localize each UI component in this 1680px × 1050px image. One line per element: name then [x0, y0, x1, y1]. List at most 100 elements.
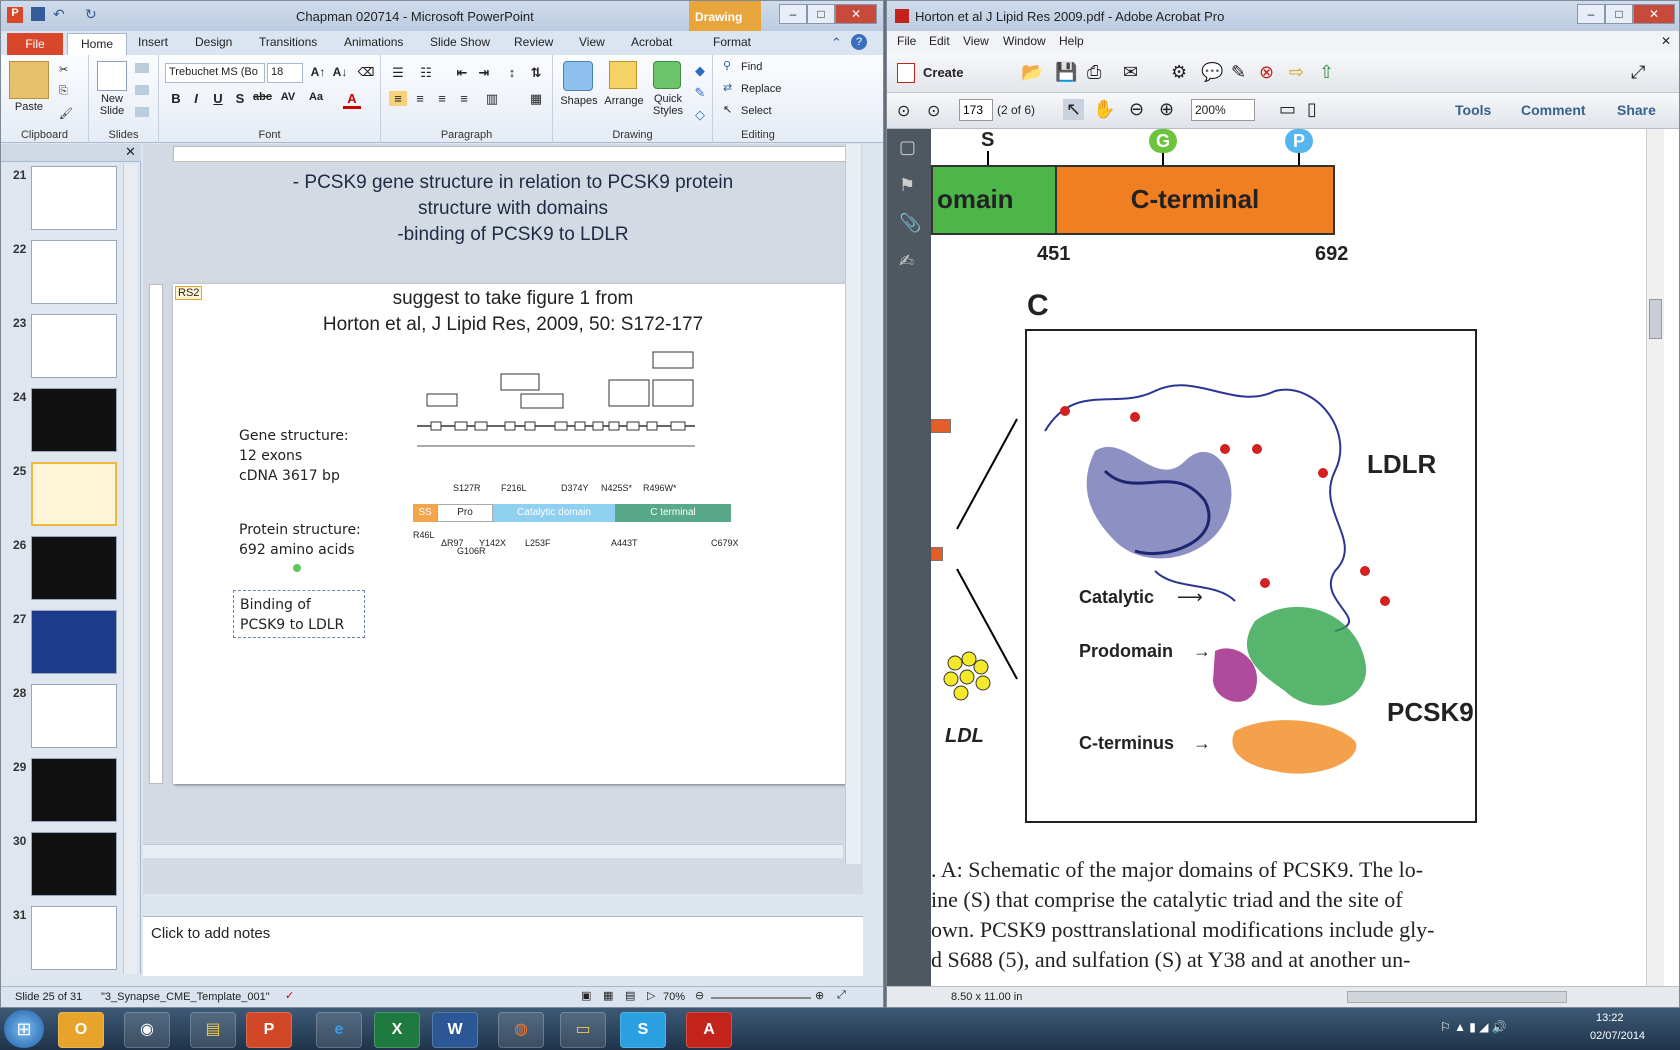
slide-vertical-scrollbar[interactable]: [845, 144, 861, 864]
horizontal-ruler[interactable]: [173, 146, 853, 162]
slide-thumbnail[interactable]: [31, 906, 117, 970]
email-icon[interactable]: ✉: [1123, 62, 1138, 83]
slide-thumbnail[interactable]: [31, 166, 117, 230]
zoom-slider[interactable]: [711, 997, 811, 999]
signatures-icon[interactable]: ✍: [899, 251, 914, 272]
tab-home[interactable]: Home: [67, 33, 127, 55]
open-folder-icon[interactable]: 📂: [1021, 62, 1043, 83]
find-icon[interactable]: ⚲: [723, 59, 731, 72]
attachments-icon[interactable]: 📎: [899, 213, 921, 234]
excel-taskbar-icon[interactable]: X: [374, 1012, 420, 1048]
slide-thumbnail[interactable]: [31, 388, 117, 452]
clear-format-icon[interactable]: ⌫: [357, 65, 375, 79]
menu-edit[interactable]: Edit: [929, 34, 950, 48]
comment-bubble-icon[interactable]: 💬: [1201, 62, 1223, 83]
save-icon[interactable]: 💾: [1055, 62, 1077, 83]
align-left-icon[interactable]: ≡: [389, 91, 407, 106]
prev-page-icon[interactable]: ⊙: [897, 101, 910, 121]
collapse-ribbon-icon[interactable]: ⌃: [831, 35, 842, 51]
numbering-icon[interactable]: ☷: [417, 65, 435, 81]
change-case-icon[interactable]: Aa: [307, 91, 325, 103]
print-icon[interactable]: ⎙: [1087, 62, 1101, 83]
zoom-level[interactable]: 70%: [663, 991, 685, 1003]
quick-styles-icon[interactable]: [653, 61, 681, 89]
undo-icon[interactable]: ↶: [53, 6, 65, 23]
tab-design[interactable]: Design: [195, 35, 232, 49]
fit-width-icon[interactable]: ▯: [1307, 99, 1317, 120]
decrease-indent-icon[interactable]: ⇤: [453, 65, 471, 81]
pdf-horizontal-scrollbar[interactable]: [1347, 991, 1567, 1003]
skype-taskbar-icon[interactable]: S: [620, 1012, 666, 1048]
word-taskbar-icon[interactable]: W: [432, 1012, 478, 1048]
tab-slide-show[interactable]: Slide Show: [430, 35, 490, 49]
start-button[interactable]: ⊞: [4, 1010, 44, 1048]
fit-page-icon[interactable]: ▭: [1279, 99, 1296, 120]
slide-thumbnail[interactable]: [31, 684, 117, 748]
shape-fill-icon[interactable]: ◆: [691, 63, 709, 79]
slide-thumbnail[interactable]: [31, 314, 117, 378]
zoom-in-icon[interactable]: ⊕: [1159, 99, 1174, 120]
char-spacing-icon[interactable]: AV: [279, 91, 297, 103]
increase-indent-icon[interactable]: ⇥: [475, 65, 493, 81]
ie-taskbar-icon[interactable]: e: [316, 1012, 362, 1048]
acro-close-button[interactable]: ✕: [1633, 4, 1675, 24]
shapes-icon[interactable]: [563, 61, 593, 91]
maximize-button[interactable]: □: [807, 4, 835, 24]
tab-acrobat[interactable]: Acrobat: [631, 35, 672, 49]
paste-icon[interactable]: [9, 61, 49, 99]
chrome-taskbar-icon[interactable]: ◉: [124, 1012, 170, 1048]
paste-button[interactable]: Paste: [9, 101, 49, 113]
sorter-view-icon[interactable]: ▦: [603, 989, 613, 1002]
find-button[interactable]: Find: [741, 61, 762, 73]
menu-help[interactable]: Help: [1059, 34, 1084, 48]
page-number-input[interactable]: [959, 99, 993, 121]
acrobat-taskbar-icon[interactable]: A: [686, 1012, 732, 1048]
zoom-in-icon[interactable]: ⊕: [815, 989, 824, 1002]
shape-effects-icon[interactable]: ◇: [691, 107, 709, 123]
font-name-dropdown[interactable]: Trebuchet MS (Bo: [165, 63, 265, 83]
zoom-out-icon[interactable]: ⊖: [695, 989, 704, 1002]
export-icon[interactable]: ⇨: [1289, 62, 1304, 83]
create-icon[interactable]: [897, 63, 915, 83]
normal-view-icon[interactable]: ▣: [581, 989, 591, 1002]
create-button[interactable]: Create: [923, 65, 963, 80]
new-slide-icon[interactable]: [97, 61, 127, 91]
reading-view-icon[interactable]: ▤: [625, 989, 635, 1002]
columns-icon[interactable]: ▥: [483, 91, 501, 107]
justify-icon[interactable]: ≡: [455, 91, 473, 106]
vertical-ruler[interactable]: [149, 284, 163, 784]
acro-maximize-button[interactable]: □: [1605, 4, 1633, 24]
slide-thumbnail[interactable]: [31, 462, 117, 526]
text-direction-icon[interactable]: ⇅: [527, 65, 545, 81]
cut-icon[interactable]: ✂: [59, 63, 68, 76]
folder-taskbar-icon[interactable]: ▭: [560, 1012, 606, 1048]
redo-icon[interactable]: ↻: [85, 6, 97, 23]
slide-canvas[interactable]: RS2 suggest to take figure 1 from Horton…: [173, 284, 853, 784]
menu-view[interactable]: View: [963, 34, 989, 48]
arrange-icon[interactable]: [609, 61, 637, 89]
bullets-icon[interactable]: ☰: [389, 65, 407, 81]
rotate-handle-icon[interactable]: [293, 564, 301, 572]
select-tool-icon[interactable]: ↖: [1063, 99, 1085, 120]
tab-insert[interactable]: Insert: [138, 35, 168, 49]
tab-transitions[interactable]: Transitions: [259, 35, 317, 49]
copy-icon[interactable]: ⎘: [59, 85, 68, 98]
page-thumbnails-icon[interactable]: ▢: [899, 137, 916, 158]
section-icon[interactable]: [135, 107, 149, 117]
replace-icon[interactable]: ⇄: [723, 81, 732, 94]
settings-icon[interactable]: ⚙: [1171, 62, 1187, 83]
delete-page-icon[interactable]: ⊗: [1259, 62, 1274, 83]
grow-font-icon[interactable]: A↑: [309, 65, 327, 79]
close-doc-icon[interactable]: ✕: [1661, 34, 1671, 48]
new-slide-button[interactable]: New Slide: [91, 93, 133, 117]
slideshow-view-icon[interactable]: ▷: [647, 989, 655, 1002]
select-icon[interactable]: ↖: [723, 103, 732, 116]
clock-date[interactable]: 02/07/2014: [1590, 1030, 1645, 1042]
save-icon[interactable]: [31, 7, 45, 21]
powerpoint-taskbar-icon[interactable]: P: [246, 1012, 292, 1048]
tools-panel-link[interactable]: Tools: [1455, 102, 1491, 118]
zoom-dropdown[interactable]: 200%: [1191, 99, 1255, 121]
zoom-out-icon[interactable]: ⊖: [1129, 99, 1144, 120]
font-color-icon[interactable]: A: [343, 91, 361, 109]
protein-structure-text[interactable]: Protein structure: 692 amino acids: [239, 520, 361, 560]
